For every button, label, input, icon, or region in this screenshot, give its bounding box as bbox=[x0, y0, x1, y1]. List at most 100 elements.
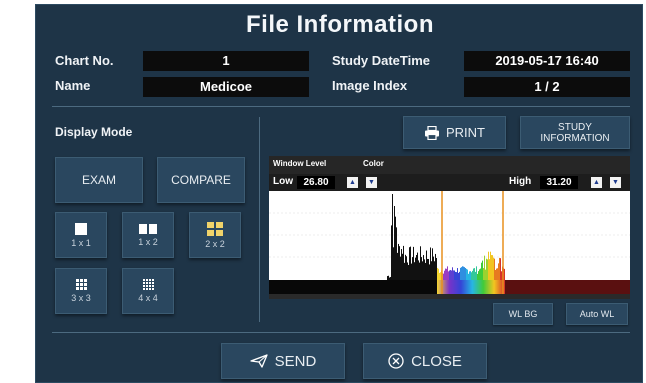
printer-icon bbox=[425, 125, 439, 140]
histogram-color-bar bbox=[448, 271, 449, 280]
tab-window-level[interactable]: Window Level bbox=[273, 159, 326, 168]
histogram-color-bar bbox=[494, 258, 495, 280]
histogram-graph[interactable] bbox=[269, 191, 630, 299]
close-button[interactable]: CLOSE bbox=[363, 343, 487, 379]
low-decrease-arrow-icon[interactable]: ▼ bbox=[366, 177, 377, 188]
histogram-bar bbox=[390, 277, 391, 280]
histogram-color-bar bbox=[492, 255, 493, 280]
histogram-color-bar bbox=[498, 263, 499, 280]
histogram-color-bar bbox=[462, 266, 463, 280]
study-information-line2: INFORMATION bbox=[540, 132, 610, 144]
histogram-bar bbox=[396, 227, 397, 280]
histogram-color-bar bbox=[455, 271, 456, 280]
low-label: Low bbox=[273, 176, 293, 187]
histogram-bar bbox=[412, 257, 413, 280]
histogram-bar bbox=[424, 259, 425, 280]
histogram-bar bbox=[406, 256, 407, 280]
print-label: PRINT bbox=[446, 125, 485, 140]
auto-wl-button[interactable]: Auto WL bbox=[566, 303, 628, 325]
send-icon bbox=[250, 354, 268, 368]
histogram-color-bar bbox=[445, 268, 446, 280]
histogram-color-bar bbox=[452, 267, 453, 280]
histogram-color-bar bbox=[485, 269, 486, 280]
histogram-baseline-red bbox=[505, 280, 630, 294]
footer-divider bbox=[52, 332, 630, 333]
histogram-bar bbox=[392, 194, 393, 280]
histogram-bar bbox=[420, 246, 421, 280]
print-button[interactable]: PRINT bbox=[403, 116, 506, 149]
send-label: SEND bbox=[274, 352, 317, 370]
histogram-color-bar bbox=[481, 262, 482, 280]
histogram-color-bar bbox=[463, 266, 464, 280]
histogram-bar bbox=[411, 263, 412, 280]
histogram-color-bar bbox=[483, 267, 484, 280]
histogram-bar bbox=[408, 264, 409, 280]
high-value-field[interactable]: 31.20 bbox=[540, 176, 578, 189]
histogram-bar bbox=[428, 258, 429, 280]
histogram-color-bar bbox=[479, 269, 480, 280]
histogram-color-bar bbox=[482, 260, 483, 280]
layout-4x4-icon bbox=[142, 279, 154, 290]
histogram-color-bar bbox=[456, 272, 457, 280]
histogram-bar bbox=[421, 257, 422, 280]
wl-bg-button[interactable]: WL BG bbox=[493, 303, 553, 325]
histogram-bar bbox=[407, 262, 408, 280]
low-increase-arrow-icon[interactable]: ▲ bbox=[347, 177, 358, 188]
histogram-color-bar bbox=[446, 268, 447, 280]
layout-4x4-button[interactable]: 4 x 4 bbox=[122, 268, 174, 314]
histogram-bar bbox=[426, 250, 427, 280]
layout-1x1-icon bbox=[75, 222, 87, 235]
histogram-color-bar bbox=[493, 257, 494, 280]
histogram-bar bbox=[391, 225, 392, 280]
histogram-color-bar bbox=[438, 268, 439, 280]
chart-no-value: 1 bbox=[143, 51, 309, 71]
histogram-color-bar bbox=[480, 268, 481, 280]
histogram-bar bbox=[419, 262, 420, 280]
layout-1x2-button[interactable]: 1 x 2 bbox=[122, 212, 174, 258]
low-value-field[interactable]: 26.80 bbox=[297, 176, 335, 189]
histogram-bar bbox=[404, 262, 405, 280]
layout-4x4-label: 4 x 4 bbox=[138, 293, 158, 303]
histogram-color-bar bbox=[488, 251, 489, 280]
histogram-color-bar bbox=[499, 257, 500, 280]
layout-2x2-button[interactable]: 2 x 2 bbox=[189, 212, 241, 258]
layout-3x3-icon bbox=[75, 279, 87, 290]
histogram-color-bar bbox=[471, 272, 472, 280]
histogram-bar bbox=[415, 257, 416, 280]
histogram-color-bar bbox=[440, 272, 441, 280]
histogram-color-bar bbox=[469, 271, 470, 280]
exam-button[interactable]: EXAM bbox=[55, 157, 143, 203]
close-circle-icon bbox=[388, 353, 404, 369]
tab-color[interactable]: Color bbox=[363, 159, 384, 168]
name-value: Medicoe bbox=[143, 77, 309, 97]
histogram-color-bar bbox=[458, 272, 459, 280]
layout-1x2-label: 1 x 2 bbox=[138, 236, 158, 247]
histogram-bar bbox=[416, 254, 417, 280]
layout-3x3-button[interactable]: 3 x 3 bbox=[55, 268, 107, 314]
histogram-panel: Window Level Color Low 26.80 ▲ ▼ High 31… bbox=[269, 156, 630, 299]
histogram-bar bbox=[410, 246, 411, 280]
send-button[interactable]: SEND bbox=[221, 343, 345, 379]
high-label: High bbox=[509, 176, 532, 187]
histogram-color-bar bbox=[504, 268, 505, 280]
histogram-color-bar bbox=[491, 255, 492, 280]
histogram-color-bar bbox=[468, 273, 469, 280]
histogram-bar bbox=[398, 243, 399, 280]
histogram-color-bar bbox=[484, 255, 485, 280]
compare-button[interactable]: COMPARE bbox=[157, 157, 245, 203]
histogram-color-bar bbox=[467, 269, 468, 280]
study-information-button[interactable]: STUDY INFORMATION bbox=[520, 116, 630, 149]
high-increase-arrow-icon[interactable]: ▲ bbox=[591, 177, 602, 188]
image-index-value: 1 / 2 bbox=[464, 77, 630, 97]
histogram-color-bar bbox=[472, 270, 473, 280]
display-mode-label: Display Mode bbox=[55, 125, 133, 139]
histogram-color-bar bbox=[495, 269, 496, 280]
histogram-bar bbox=[389, 277, 390, 280]
histogram-color-bar bbox=[453, 270, 454, 280]
high-decrease-arrow-icon[interactable]: ▼ bbox=[610, 177, 621, 188]
histogram-bar bbox=[414, 262, 415, 280]
layout-1x1-button[interactable]: 1 x 1 bbox=[55, 212, 107, 258]
histogram-bar bbox=[400, 256, 401, 280]
histogram-bar bbox=[423, 255, 424, 280]
histogram-bar bbox=[434, 261, 435, 280]
